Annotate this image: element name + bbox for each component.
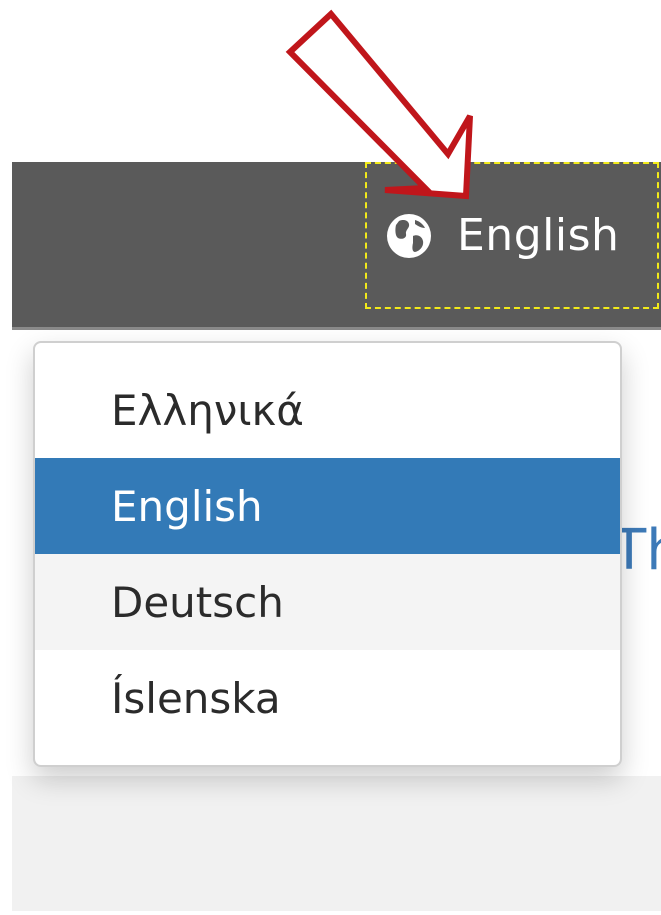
language-option-english[interactable]: English — [35, 458, 620, 554]
language-option-icelandic[interactable]: Íslenska — [35, 650, 620, 746]
language-toggle-button[interactable]: English — [365, 162, 659, 309]
language-option-german[interactable]: Deutsch — [35, 554, 620, 650]
screenshot-stage: Th English Ελληνικά English Deutsch Ísle… — [0, 0, 661, 915]
globe-icon — [385, 212, 433, 260]
current-language-label: English — [457, 210, 620, 261]
language-dropdown-menu: Ελληνικά English Deutsch Íslenska — [33, 341, 622, 767]
page-footer-band — [12, 776, 661, 911]
language-option-greek[interactable]: Ελληνικά — [35, 362, 620, 458]
